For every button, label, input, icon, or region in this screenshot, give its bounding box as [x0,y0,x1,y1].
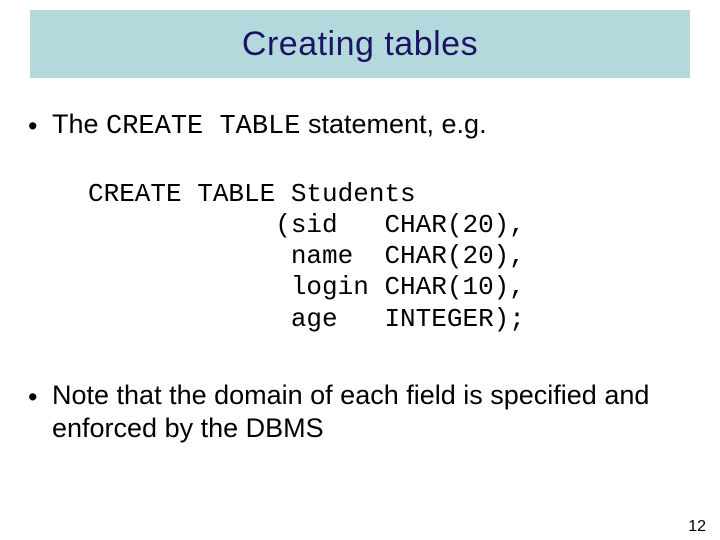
slide-title: Creating tables [242,25,478,64]
code-block: CREATE TABLE Students (sid CHAR(20), nam… [88,179,678,335]
code-line-5: age INTEGER); [88,304,525,334]
bullet-1: • The CREATE TABLE statement, e.g. [28,108,678,145]
bullet-2: • Note that the domain of each field is … [28,379,678,447]
bullet-1-prefix: The [52,109,106,139]
title-band: Creating tables [30,10,690,78]
bullet-dot-icon: • [28,108,52,144]
code-line-2: (sid CHAR(20), [88,210,525,240]
code-line-4: login CHAR(10), [88,272,525,302]
bullet-1-code: CREATE TABLE [106,112,300,142]
slide-content: • The CREATE TABLE statement, e.g. CREAT… [28,108,678,446]
bullet-1-text: The CREATE TABLE statement, e.g. [52,108,678,145]
bullet-dot-icon: • [28,379,52,415]
code-line-3: name CHAR(20), [88,241,525,271]
page-number: 12 [688,518,706,536]
bullet-1-suffix: statement, e.g. [300,109,486,139]
bullet-2-text: Note that the domain of each field is sp… [52,379,678,447]
code-line-1: CREATE TABLE Students [88,179,416,209]
